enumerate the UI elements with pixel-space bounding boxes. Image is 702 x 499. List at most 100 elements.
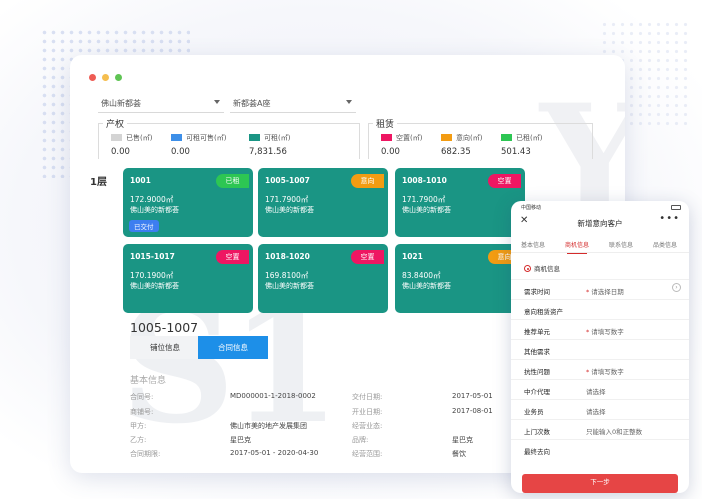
row-value: * 请填写数字 bbox=[586, 366, 624, 376]
unit-project: 佛山美的新都荟 bbox=[265, 282, 314, 290]
unit-project: 佛山美的新都荟 bbox=[402, 282, 451, 290]
form-row-final-destination[interactable]: 最终去向 bbox=[511, 439, 689, 459]
status-badge: 空置 bbox=[488, 174, 521, 188]
row-label: 需求时间 bbox=[524, 288, 550, 296]
field-value: 佛山市美的地产发展集团 bbox=[230, 422, 307, 430]
row-placeholder: 请填写数字 bbox=[591, 328, 624, 336]
field-business-type: 经营业态: bbox=[352, 421, 502, 431]
next-step-button[interactable]: 下一步 bbox=[522, 474, 678, 493]
form-row-demand-time[interactable]: 需求时间 * 请选择日期 › bbox=[511, 279, 689, 299]
field-value: MD000001-1-2018-0002 bbox=[230, 392, 316, 400]
required-mark: * bbox=[586, 368, 590, 376]
tab-opportunity-info[interactable]: 商机信息 bbox=[555, 240, 599, 254]
unit-code: 1005-1007 bbox=[265, 176, 310, 185]
unit-code: 1008-1010 bbox=[402, 176, 447, 185]
window-minimize-dot[interactable] bbox=[102, 74, 109, 81]
row-value: * 请填写数字 bbox=[586, 326, 624, 336]
unit-code: 1015-1017 bbox=[130, 252, 175, 261]
field-party-b: 乙方: 星巴克 bbox=[130, 435, 340, 445]
rentable-swatch bbox=[249, 134, 260, 141]
row-label: 推荐单元 bbox=[524, 328, 550, 336]
more-icon[interactable]: ••• bbox=[659, 213, 680, 224]
unit-card[interactable]: 1005-1007 意向 171.7900㎡ 佛山美的新都荟 bbox=[258, 168, 388, 237]
property-summary: 产权 已售(㎡) 0.00 可租可售(㎡) 0.00 可租(㎡) 7,831.5… bbox=[98, 117, 360, 159]
legend-leased: 已租(㎡) 501.43 bbox=[501, 133, 542, 157]
unit-area: 83.8400㎡ bbox=[402, 271, 441, 280]
legend-value: 7,831.56 bbox=[249, 147, 287, 157]
legend-intent: 意向(㎡) 682.35 bbox=[441, 133, 482, 157]
row-label: 意向租赁资产 bbox=[524, 308, 563, 316]
rent-or-sell-swatch bbox=[171, 134, 182, 141]
opportunity-radio[interactable]: 商机信息 bbox=[524, 263, 560, 273]
unit-card[interactable]: 1008-1010 空置 171.7900㎡ 佛山美的新都荟 bbox=[395, 168, 525, 237]
unit-project: 佛山美的新都荟 bbox=[130, 282, 179, 290]
unit-card[interactable]: 1018-1020 空置 169.8100㎡ 佛山美的新都荟 bbox=[258, 244, 388, 313]
leased-swatch bbox=[501, 134, 512, 141]
legend-label: 可租(㎡) bbox=[264, 134, 291, 142]
form-row-resistance[interactable]: 抗性问题 * 请填写数字 bbox=[511, 359, 689, 379]
field-delivery-date: 交付日期: 2017-05-01 bbox=[352, 392, 502, 402]
unit-code: 1021 bbox=[402, 252, 423, 261]
unit-card[interactable]: 1001 已租 172.9000㎡ 佛山美的新都荟 已交付 bbox=[123, 168, 253, 237]
row-value: * 请选择日期 bbox=[586, 286, 624, 296]
building-select-value: 新都荟A座 bbox=[233, 99, 271, 108]
form-row-recommended-unit[interactable]: 推荐单元 * 请填写数字 bbox=[511, 319, 689, 339]
form-row-salesperson[interactable]: 业务员 请选择 bbox=[511, 399, 689, 419]
row-label: 最终去向 bbox=[524, 448, 550, 456]
form-row-visit-count[interactable]: 上门次数 只能输入0和正整数 bbox=[511, 419, 689, 439]
required-mark: * bbox=[586, 288, 590, 296]
battery-icon bbox=[671, 205, 681, 210]
building-select[interactable]: 新都荟A座 bbox=[230, 95, 356, 113]
unit-card[interactable]: 1021 意向 83.8400㎡ 佛山美的新都荟 bbox=[395, 244, 525, 313]
row-placeholder: 请选择 bbox=[586, 388, 606, 396]
tab-contract-info[interactable]: 合同信息 bbox=[198, 336, 268, 359]
legend-sold: 已售(㎡) 0.00 bbox=[111, 133, 152, 157]
tab-category-info[interactable]: 品类信息 bbox=[643, 240, 687, 249]
delivered-chip: 已交付 bbox=[129, 220, 159, 232]
legend-rent-or-sell: 可租可售(㎡) 0.00 bbox=[171, 133, 226, 157]
unit-area: 171.7900㎡ bbox=[402, 195, 446, 204]
project-select[interactable]: 佛山新都荟 bbox=[98, 95, 224, 113]
sold-swatch bbox=[111, 134, 122, 141]
row-placeholder: 请填写数字 bbox=[591, 368, 624, 376]
legend-label: 已售(㎡) bbox=[126, 134, 153, 142]
row-label: 上门次数 bbox=[524, 428, 550, 436]
unit-card[interactable]: 1015-1017 空置 170.1900㎡ 佛山美的新都荟 bbox=[123, 244, 253, 313]
field-key: 交付日期: bbox=[352, 393, 383, 401]
field-contract-no: 合同号: MD000001-1-2018-0002 bbox=[130, 392, 340, 402]
unit-project: 佛山美的新都荟 bbox=[130, 206, 179, 214]
chevron-down-icon bbox=[346, 100, 352, 104]
window-maximize-dot[interactable] bbox=[115, 74, 122, 81]
unit-area: 171.7900㎡ bbox=[265, 195, 309, 204]
section-basic-info: 基本信息 bbox=[130, 376, 167, 386]
legend-label: 已租(㎡) bbox=[516, 134, 543, 142]
tab-basic-info[interactable]: 基本信息 bbox=[511, 240, 555, 249]
status-badge: 已租 bbox=[216, 174, 249, 188]
status-badge: 空置 bbox=[351, 250, 384, 264]
floor-label: 1层 bbox=[90, 177, 107, 188]
tab-contact-info[interactable]: 联系信息 bbox=[599, 240, 643, 249]
unit-area: 169.8100㎡ bbox=[265, 271, 309, 280]
row-placeholder: 请选择日期 bbox=[591, 288, 624, 296]
window-close-dot[interactable] bbox=[89, 74, 96, 81]
phone-tabs: 基本信息 商机信息 联系信息 品类信息 bbox=[511, 237, 689, 254]
unit-area: 170.1900㎡ bbox=[130, 271, 174, 280]
legend-rentable: 可租(㎡) 7,831.56 bbox=[249, 133, 290, 157]
row-label: 业务员 bbox=[524, 408, 544, 416]
intent-swatch bbox=[441, 134, 452, 141]
form-row-agent[interactable]: 中介代理 请选择 bbox=[511, 379, 689, 399]
row-placeholder: 请选择 bbox=[586, 408, 606, 416]
unit-project: 佛山美的新都荟 bbox=[265, 206, 314, 214]
field-value: 星巴克 bbox=[452, 436, 473, 444]
lease-title: 租赁 bbox=[373, 117, 398, 130]
form-row-intended-asset[interactable]: 意向租赁资产 bbox=[511, 299, 689, 319]
phone-status-bar: 中国移动 bbox=[511, 201, 689, 213]
row-label: 中介代理 bbox=[524, 388, 550, 396]
legend-value: 682.35 bbox=[441, 147, 471, 157]
form-row-other-needs[interactable]: 其他需求 bbox=[511, 339, 689, 359]
required-mark: * bbox=[586, 328, 590, 336]
row-label: 抗性问题 bbox=[524, 368, 550, 376]
radio-icon bbox=[524, 265, 531, 272]
status-badge: 空置 bbox=[216, 250, 249, 264]
tab-shop-info[interactable]: 铺位信息 bbox=[130, 336, 200, 359]
